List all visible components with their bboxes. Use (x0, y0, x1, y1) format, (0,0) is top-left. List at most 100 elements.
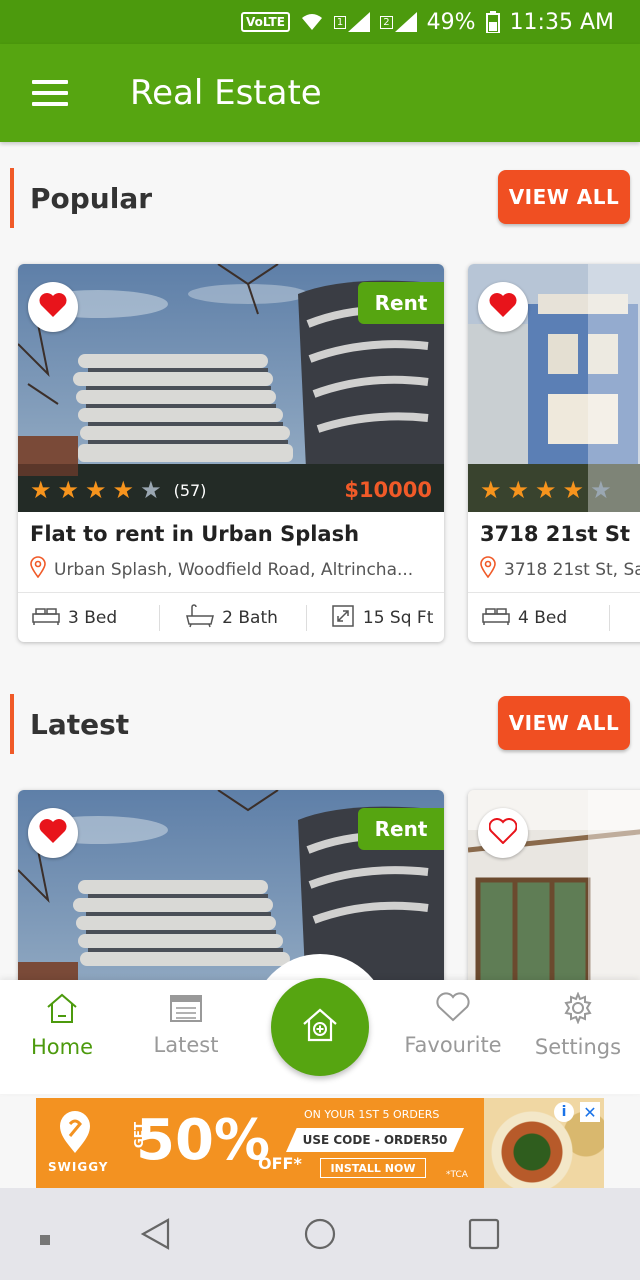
feature-beds: 4 Bed (482, 606, 567, 631)
listing-type-badge: Rent (358, 808, 444, 850)
home-circle-icon[interactable] (304, 1218, 336, 1254)
nav-label: Favourite (404, 1033, 502, 1057)
beds-text: 4 Bed (518, 608, 568, 628)
address-text: 3718 21st St, Sa (504, 559, 640, 580)
view-all-popular-button[interactable]: VIEW ALL (498, 170, 630, 224)
property-title: Flat to rent in Urban Splash (30, 522, 360, 546)
latest-section-header: Latest VIEW ALL (0, 694, 640, 754)
feature-separator (609, 605, 611, 631)
star-filled-icon: ★ (562, 476, 585, 504)
ad-close-icon[interactable]: ✕ (580, 1102, 600, 1122)
property-card[interactable]: Rent (18, 790, 444, 990)
rating-count: (57) (173, 480, 207, 500)
favourite-button[interactable] (478, 282, 528, 332)
battery-icon (485, 11, 500, 33)
property-address: Urban Splash, Woodfield Road, Altrincha.… (30, 556, 413, 583)
nav-label: Settings (534, 1035, 622, 1059)
nav-item-favourite[interactable]: Favourite (393, 992, 513, 1057)
star-filled-icon: ★ (507, 476, 530, 504)
area-resize-icon (331, 604, 355, 633)
add-home-icon (301, 1007, 339, 1047)
recent-dot-icon[interactable] (40, 1230, 50, 1249)
star-filled-icon: ★ (30, 476, 52, 504)
favourite-button[interactable] (28, 282, 78, 332)
nav-item-home[interactable]: Home (2, 992, 122, 1059)
section-title-popular: Popular (30, 181, 153, 215)
ad-brand: SWIGGY (48, 1160, 109, 1174)
bed-icon (32, 606, 60, 631)
view-all-latest-button[interactable]: VIEW ALL (498, 696, 630, 750)
app-title: Real Estate (130, 73, 322, 113)
system-navigation-bar (0, 1188, 640, 1280)
ad-promo-code: USE CODE - ORDER50 (286, 1128, 464, 1152)
calendar-icon (170, 992, 202, 1027)
signal-icon-sim2: 2 (380, 12, 417, 32)
status-bar: VoLTE 1 2 49% 11:35 AM (0, 0, 640, 44)
price: $10000 (344, 478, 432, 502)
property-card[interactable]: Rent ★ ★ ★ ★ ★ (57) $10000 Flat to rent … (18, 264, 444, 642)
section-accent-bar (10, 694, 14, 754)
clock: 11:35 AM (509, 9, 614, 35)
area-text: 15 Sq Ft (362, 608, 434, 628)
star-filled-icon: ★ (535, 476, 557, 504)
swiggy-logo-icon (58, 1110, 92, 1158)
feature-beds: 3 Bed (32, 606, 117, 631)
heart-outline-icon (436, 992, 470, 1027)
gear-icon (562, 991, 594, 1029)
popular-section-header: Popular VIEW ALL (0, 168, 640, 228)
app-bar: Real Estate (0, 44, 640, 142)
favourite-button[interactable] (478, 808, 528, 858)
heart-outline-icon (488, 818, 518, 848)
overview-square-icon[interactable] (468, 1218, 500, 1254)
wifi-icon (300, 12, 324, 32)
heart-filled-icon (39, 818, 67, 848)
ad-info-icon[interactable]: i (554, 1102, 574, 1122)
nav-item-settings[interactable]: Settings (518, 991, 638, 1059)
favourite-button[interactable] (28, 808, 78, 858)
home-icon (45, 992, 79, 1029)
property-address: 3718 21st St, Sa (480, 556, 640, 583)
ad-off-text: OFF* (258, 1154, 302, 1173)
baths-text: 2 Bath (222, 608, 278, 628)
ad-tca-text: *TCA (446, 1170, 468, 1180)
rating: ★ ★ ★ ★ ★ (57) (30, 478, 206, 502)
star-filled-icon: ★ (112, 476, 135, 504)
nav-label: Latest (153, 1033, 219, 1057)
property-features: 3 Bed 2 Bath 15 Sq Ft (18, 598, 444, 638)
address-text: Urban Splash, Woodfield Road, Altrincha.… (54, 559, 414, 580)
beds-text: 3 Bed (68, 608, 118, 628)
star-filled-icon: ★ (57, 476, 80, 504)
ad-install-button[interactable]: INSTALL NOW (320, 1158, 426, 1178)
hamburger-menu-icon[interactable] (32, 80, 68, 106)
battery-percent: 49% (426, 9, 476, 35)
feature-separator (159, 605, 161, 631)
heart-filled-icon (489, 292, 517, 322)
back-icon[interactable] (140, 1218, 170, 1254)
location-pin-icon (30, 556, 46, 583)
card-divider (468, 592, 640, 593)
feature-separator (305, 605, 307, 631)
add-property-fab[interactable] (271, 978, 369, 1076)
property-card[interactable]: ★ ★ ★ ★ ★ 3718 21st St 3718 21st St, Sa … (468, 264, 640, 642)
property-card[interactable] (468, 790, 640, 990)
feature-area: 15 Sq Ft (331, 604, 433, 633)
nav-item-latest[interactable]: Latest (126, 992, 246, 1057)
star-empty-icon: ★ (140, 476, 162, 504)
card-divider (18, 592, 444, 593)
bed-icon (482, 606, 510, 631)
bathtub-icon (186, 603, 215, 633)
listing-type-badge: Rent (358, 282, 444, 324)
nav-label: Home (30, 1035, 93, 1059)
heart-filled-icon (39, 292, 67, 322)
ad-banner[interactable]: SWIGGY GET 50% OFF* ON YOUR 1ST 5 ORDERS… (36, 1098, 604, 1188)
volte-indicator: VoLTE (240, 12, 290, 32)
star-empty-icon: ★ (590, 476, 612, 504)
property-features: 4 Bed (468, 598, 640, 638)
section-accent-bar (10, 168, 14, 228)
ad-orders-text: ON YOUR 1ST 5 ORDERS (304, 1108, 440, 1121)
signal-icon-sim1: 1 (333, 12, 371, 32)
feature-baths: 2 Bath (186, 603, 278, 633)
star-filled-icon: ★ (480, 476, 502, 504)
section-title-latest: Latest (30, 707, 130, 741)
rating: ★ ★ ★ ★ ★ (480, 478, 612, 502)
